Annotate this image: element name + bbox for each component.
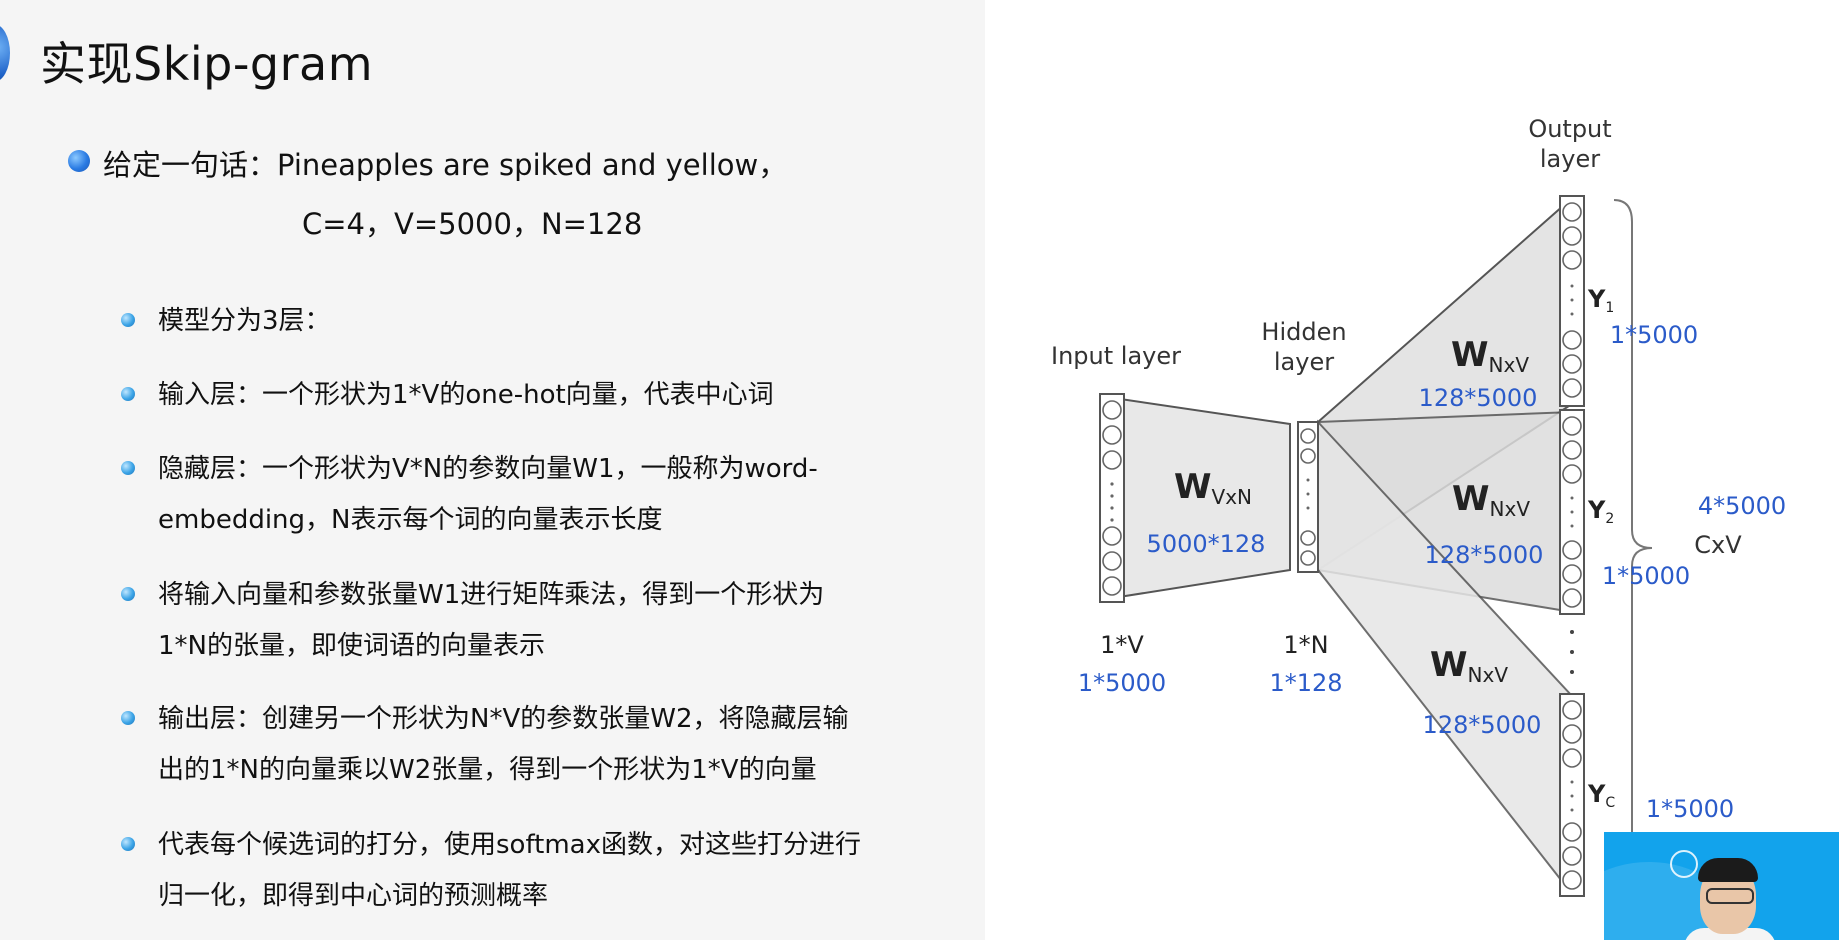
presenter-video-overlay xyxy=(1604,832,1839,940)
hidden-dims: 1*128 xyxy=(1269,669,1342,697)
output-between-ellipsis xyxy=(1570,630,1574,674)
total-dims: 4*5000 xyxy=(1698,492,1786,520)
main-bullet-line1: 给定一句话：Pineapples are spiked and yellow， xyxy=(103,148,788,182)
slide-title: 实现Skip-gram xyxy=(40,37,374,91)
w-out2-dims: 128*5000 xyxy=(1425,541,1544,569)
sub-bullet-icon xyxy=(121,313,135,327)
main-bullet-line2: C=4，V=5000，N=128 xyxy=(302,207,643,241)
y1-dims: 1*5000 xyxy=(1610,321,1698,349)
sub-bullet-text: embedding，N表示每个词的向量表示长度 xyxy=(158,505,663,535)
sub-bullet-text: 隐藏层：一个形状为V*N的参数向量W1，一般称为word- xyxy=(158,454,818,484)
sub-bullet-text: 模型分为3层： xyxy=(158,306,331,336)
main-bullet-icon xyxy=(68,150,90,172)
input-shape: 1*V xyxy=(1100,631,1144,659)
input-layer-label: Input layer xyxy=(1051,342,1181,370)
w-out3-dims: 128*5000 xyxy=(1423,711,1542,739)
hidden-layer-box xyxy=(1297,421,1319,573)
output-layer-label-line2: layer xyxy=(1540,145,1600,173)
sub-bullet-icon xyxy=(121,387,135,401)
yc-label: YC xyxy=(1587,780,1615,811)
output-layer-label-line1: Output xyxy=(1528,115,1611,143)
sub-bullet-text: 出的1*N的向量乘以W2张量，得到一个形状为1*V的向量 xyxy=(158,755,817,785)
y1-label: Y1 xyxy=(1587,285,1614,316)
sub-bullet-icon xyxy=(121,461,135,475)
sub-bullet-text: 1*N的张量，即使词语的向量表示 xyxy=(158,631,545,661)
yc-dims: 1*5000 xyxy=(1646,795,1734,823)
pip-ring-icon xyxy=(1670,850,1698,878)
hidden-layer-label-line1: Hidden xyxy=(1261,318,1346,346)
sub-bullet-text: 输出层：创建另一个形状为N*V的参数张量W2，将隐藏层输 xyxy=(158,704,849,734)
input-dims: 1*5000 xyxy=(1078,669,1166,697)
y2-label: Y2 xyxy=(1587,496,1614,527)
presenter-glasses-icon xyxy=(1706,888,1754,904)
w-in-dims: 5000*128 xyxy=(1147,530,1266,558)
skip-gram-diagram: Input layer Hidden layer Output layer WV… xyxy=(1051,115,1786,900)
total-label: CxV xyxy=(1694,531,1742,559)
sub-bullet-icon xyxy=(121,837,135,851)
sub-bullet-text: 代表每个候选词的打分，使用softmax函数，对这些打分进行 xyxy=(158,830,861,860)
sub-bullet-text: 将输入向量和参数张量W1进行矩阵乘法，得到一个形状为 xyxy=(158,580,825,610)
sub-bullet-icon xyxy=(121,587,135,601)
hidden-layer-label-line2: layer xyxy=(1274,348,1334,376)
sub-bullet-text: 归一化，即得到中心词的预测概率 xyxy=(158,881,549,911)
w-out1-dims: 128*5000 xyxy=(1419,384,1538,412)
presenter-hair xyxy=(1698,858,1758,882)
sub-bullet-text: 输入层：一个形状为1*V的one-hot向量，代表中心词 xyxy=(158,380,774,410)
y2-dims: 1*5000 xyxy=(1602,562,1690,590)
hidden-shape: 1*N xyxy=(1283,631,1328,659)
sub-bullet-icon xyxy=(121,711,135,725)
